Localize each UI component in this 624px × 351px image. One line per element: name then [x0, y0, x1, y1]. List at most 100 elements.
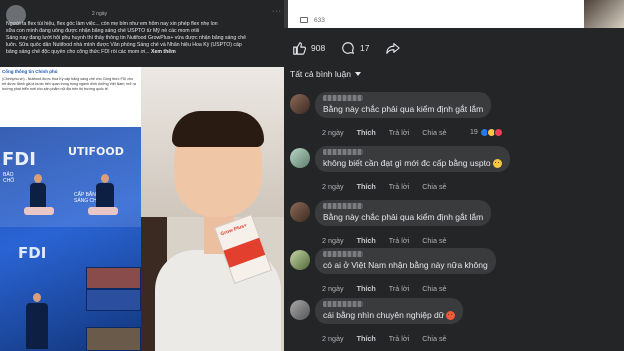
- comment-time[interactable]: 2 ngày: [322, 284, 344, 293]
- speaker-figure: [26, 303, 48, 349]
- comment-text: cái bằng nhìn chuyên nghiệp dữ: [323, 310, 456, 321]
- commenter-avatar[interactable]: [290, 300, 310, 320]
- commenter-name-redacted[interactable]: [323, 301, 363, 307]
- carton-label: Grow Plus+: [219, 222, 248, 238]
- caption-line: luôn. Sữa quốc dân Nutifood nhà mình đượ…: [6, 42, 242, 48]
- previous-post-card[interactable]: 633: [288, 0, 584, 28]
- news-source: Cổng thông tin Chính phủ: [2, 69, 58, 74]
- comment-meta: 2 ngày Thích Trả lời Chia sẻ: [322, 182, 460, 191]
- reaction-count: 19: [470, 129, 478, 136]
- speaker-head: [34, 174, 42, 183]
- eye-icon: [300, 17, 308, 23]
- comment-share-button[interactable]: Chia sẻ: [422, 334, 446, 343]
- comment-time[interactable]: 2 ngày: [322, 236, 344, 245]
- stage-backdrop: [0, 127, 141, 227]
- comment-text-body: không biết cần đạt gì mới đc cấp bằng us…: [323, 158, 491, 168]
- commenter-name-redacted[interactable]: [323, 149, 363, 155]
- comment-time[interactable]: 2 ngày: [322, 182, 344, 191]
- comment-like-button[interactable]: Thích: [357, 236, 376, 245]
- comment-bubble-icon: [342, 42, 355, 55]
- share-arrow-icon: [386, 43, 400, 54]
- comment-reply-button[interactable]: Trả lời: [389, 334, 409, 343]
- comment-count: 17: [360, 43, 370, 53]
- share-button[interactable]: [386, 41, 405, 55]
- caption-line: Người ta flex túi hiệu, flex góc làm việ…: [6, 21, 218, 27]
- comment-time[interactable]: 2 ngày: [322, 334, 344, 343]
- backdrop-fdi-text: FDI: [2, 149, 36, 170]
- comment-like-button[interactable]: Thích: [357, 334, 376, 343]
- caption-line: Sáng nay đang lướt hội phụ huynh thì thấ…: [6, 35, 247, 41]
- comment-filter-dropdown[interactable]: Tất cả bình luận: [290, 69, 361, 79]
- comment-bubble: Bằng này chắc phải qua kiểm định gắt lắm: [315, 92, 492, 118]
- like-count: 908: [311, 43, 326, 53]
- comment-meta: 2 ngày Thích Trả lời Chia sẻ: [322, 236, 460, 245]
- comment-reply-button[interactable]: Trả lời: [389, 284, 409, 293]
- comment-meta: 2 ngày Thích Trả lời Chia sẻ: [322, 128, 460, 137]
- comment-like-button[interactable]: Thích: [357, 284, 376, 293]
- comment-share-button[interactable]: Chia sẻ: [422, 182, 446, 191]
- comment-share-button[interactable]: Chia sẻ: [422, 284, 446, 293]
- speaker-figure: [96, 183, 114, 209]
- commenter-name-redacted[interactable]: [323, 95, 363, 101]
- commenter-name-redacted[interactable]: [323, 251, 363, 257]
- comment-text-body: cái bằng nhìn chuyên nghiệp dữ: [323, 310, 445, 320]
- commenter-avatar[interactable]: [290, 202, 310, 222]
- comment-like-button[interactable]: Thích: [357, 128, 376, 137]
- caption-line-text: bằng sáng chế độc quyền cho công thức FD…: [6, 49, 151, 55]
- comment-share-button[interactable]: Chia sẻ: [422, 128, 446, 137]
- post-caption: Người ta flex túi hiệu, flex góc làm việ…: [6, 21, 276, 56]
- top-strip: 633: [284, 0, 624, 28]
- comment-bubble: cái bằng nhìn chuyên nghiệp dữ: [315, 298, 464, 325]
- commenter-avatar[interactable]: [290, 94, 310, 114]
- post-actions: 908 17: [284, 35, 624, 61]
- comment-reply-button[interactable]: Trả lời: [389, 182, 409, 191]
- commenter-name-redacted[interactable]: [323, 203, 363, 209]
- comment-text: có ai ở Việt Nam nhận bằng này nữa không: [323, 260, 488, 270]
- event-thumbnail: [86, 327, 141, 351]
- backdrop-brand-text: UTIFOOD: [68, 145, 124, 158]
- comment-button[interactable]: 17: [341, 41, 369, 55]
- comment-time[interactable]: 2 ngày: [322, 128, 344, 137]
- post-images[interactable]: Cổng thông tin Chính phủ (Chinhphu.vn) -…: [0, 67, 284, 351]
- comment-text: không biết cần đạt gì mới đc cấp bằng us…: [323, 158, 502, 169]
- child-hair: [172, 111, 264, 147]
- speaker-figure: [30, 183, 46, 209]
- flowers: [24, 207, 54, 215]
- post-panel: 2 ngày ··· Người ta flex túi hiệu, flex …: [0, 0, 284, 351]
- heart-eyes-emoji-icon: [446, 311, 456, 321]
- like-button[interactable]: 908: [292, 41, 325, 55]
- flowers: [88, 207, 118, 215]
- comment-like-button[interactable]: Thích: [357, 182, 376, 191]
- event-thumbnail: [86, 289, 141, 311]
- backdrop-fdi-text-2: FDI: [18, 244, 47, 262]
- comment-bubble: không biết cần đạt gì mới đc cấp bằng us…: [315, 146, 510, 173]
- side-photo: [584, 0, 624, 28]
- news-text: (Chinhphu.vn) - Nutifood được Hoa Kỳ cấp…: [2, 77, 136, 91]
- speaker-head: [33, 293, 41, 302]
- backdrop-text-left: BẢO CHỐ: [3, 172, 15, 184]
- more-options-icon[interactable]: ···: [272, 8, 282, 15]
- view-count: 633: [314, 17, 325, 24]
- caret-down-icon: [354, 72, 361, 76]
- speaker-head: [101, 174, 109, 183]
- commenter-avatar[interactable]: [290, 148, 310, 168]
- comment-filter-label: Tất cả bình luận: [290, 69, 351, 79]
- commenter-avatar[interactable]: [290, 250, 310, 270]
- event-thumbnail: [86, 267, 141, 289]
- caption-line: sữa con mình đang uống được nhận bằng sá…: [6, 28, 200, 34]
- comment-share-button[interactable]: Chia sẻ: [422, 236, 446, 245]
- child-photo[interactable]: Grow Plus+: [141, 67, 284, 351]
- carton-stripe: [223, 237, 266, 268]
- comment-bubble: Bằng này chắc phải qua kiểm định gắt lắm: [315, 200, 492, 226]
- see-more-link[interactable]: Xem thêm: [151, 49, 176, 55]
- event-photo: FDI UTIFOOD BẢO CHỐ CẤP BẰNG SÁNG CHẾ FD…: [0, 127, 141, 351]
- thumbs-up-icon: [293, 42, 306, 55]
- news-screenshot-image[interactable]: Cổng thông tin Chính phủ (Chinhphu.vn) -…: [0, 67, 141, 351]
- comments-panel: 633 908 17 Tất cả bình luận Bằng này chắ…: [284, 0, 624, 351]
- comment-reactions[interactable]: 19: [470, 128, 503, 137]
- post-time[interactable]: 2 ngày: [92, 11, 107, 17]
- comment-reply-button[interactable]: Trả lời: [389, 236, 409, 245]
- comment-reply-button[interactable]: Trả lời: [389, 128, 409, 137]
- comment-bubble: có ai ở Việt Nam nhận bằng này nữa không: [315, 248, 496, 274]
- smile-emoji-icon: [492, 159, 502, 169]
